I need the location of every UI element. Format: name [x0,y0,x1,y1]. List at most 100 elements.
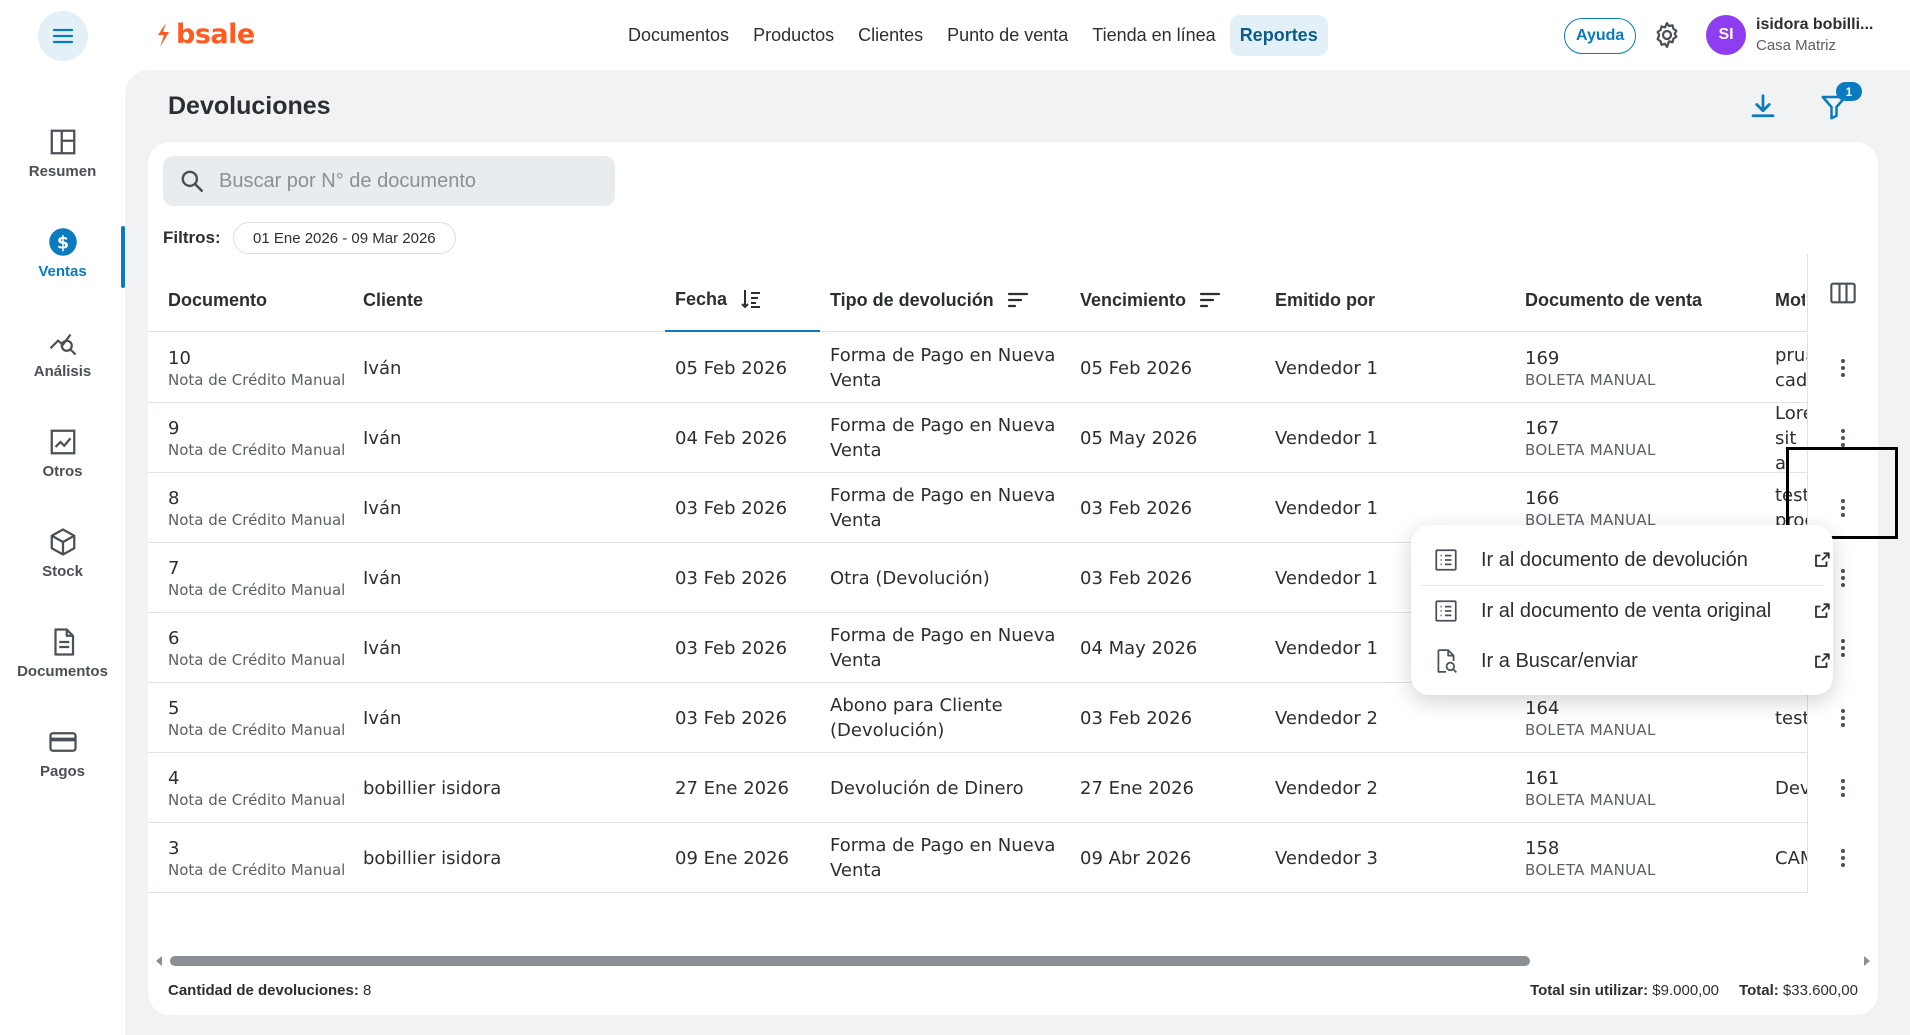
sort-icon [1007,292,1028,308]
sale-document-number: 158 [1525,837,1560,859]
doc-search-icon [1437,649,1457,673]
issuer-cell: Vendedor 1 [1275,567,1378,589]
search-input[interactable] [219,169,599,193]
date-cell: 03 Feb 2026 [675,567,788,589]
row-actions-button[interactable] [1807,753,1878,823]
column-label: Documento de venta [1525,289,1703,310]
issuer-cell: Vendedor 1 [1275,497,1378,519]
column-header-tipo-devolucion[interactable]: Tipo de devolución [830,268,1030,332]
kebab-menu-icon [1841,779,1845,797]
column-header-motivo[interactable]: Mot [1775,268,1805,332]
issuer-cell: Vendedor 1 [1275,357,1378,379]
nav-productos[interactable]: Productos [743,15,844,56]
sidebar-item-ventas[interactable]: $ Ventas [0,208,125,298]
issuer-cell: Vendedor 3 [1275,847,1378,869]
return-type-cell: Forma de Pago en Nueva Venta [830,403,1055,473]
client-cell: bobillier isidora [363,847,502,869]
row-actions-button[interactable] [1807,823,1878,893]
issuer-cell: Vendedor 1 [1275,427,1378,449]
count-value: 8 [363,982,372,999]
search-box[interactable] [163,156,615,206]
column-header-fecha[interactable]: Fecha [665,268,820,332]
menu-toggle-button[interactable] [38,11,88,61]
menu-item-go-to-return-document[interactable]: Ir al documento de devolución [1411,535,1833,585]
scroll-right-arrow[interactable] [1864,956,1870,966]
kebab-menu-icon [1841,429,1845,447]
card-icon [48,731,77,752]
sale-document-type: BOLETA MANUAL [1525,720,1656,739]
reason-cell: Lore sit a [1775,403,1811,473]
external-link-icon [1815,552,1830,567]
return-type-cell: Forma de Pago en Nueva Venta [830,613,1055,683]
nav-documentos[interactable]: Documentos [618,15,739,56]
sidebar-item-resumen[interactable]: Resumen [0,108,125,198]
nav-punto-de-venta[interactable]: Punto de venta [937,15,1078,56]
column-header-documento-venta[interactable]: Documento de venta [1525,268,1702,332]
scroll-left-arrow[interactable] [156,956,162,966]
column-header-cliente[interactable]: Cliente [363,268,423,332]
row-actions-button[interactable] [1807,403,1878,473]
kebab-menu-icon [1841,569,1845,587]
client-cell: Iván [363,497,402,519]
table-row[interactable]: 10 Nota de Crédito Manual Iván 05 Feb 2026 F… [148,333,1878,403]
nav-reportes[interactable]: Reportes [1229,15,1328,56]
download-icon[interactable] [1748,92,1778,122]
sidebar-item-stock[interactable]: Stock [0,508,125,598]
external-link-icon [1815,653,1830,668]
top-navigation: Documentos Productos Clientes Punto de v… [618,15,1328,56]
column-header-vencimiento[interactable]: Vencimiento [1080,268,1222,332]
sidebar-item-pagos[interactable]: Pagos [0,708,125,798]
row-actions-button[interactable] [1807,333,1878,403]
date-cell: 03 Feb 2026 [675,637,788,659]
column-header-documento[interactable]: Documento [168,268,267,332]
due-date-cell: 05 May 2026 [1080,427,1198,449]
return-type-line-1: Otra (Devolución) [830,567,990,589]
sale-document-number: 166 [1525,487,1560,509]
table-row[interactable]: 9 Nota de Crédito Manual Iván 04 Feb 2026 Fo… [148,403,1878,473]
document-cell: 10 Nota de Crédito Manual [168,333,345,403]
gear-icon[interactable] [1652,20,1682,50]
return-type-line-2: Venta [830,510,882,531]
table-row[interactable]: 3 Nota de Crédito Manual bobillier isidora… [148,823,1878,893]
client-cell: Iván [363,357,402,379]
sale-document-number: 164 [1525,697,1560,719]
document-number: 10 [168,347,191,369]
menu-item-go-to-original-sale-document[interactable]: Ir al documento de venta original [1411,586,1833,636]
columns-toggle-button[interactable] [1807,254,1878,332]
column-header-emitido-por[interactable]: Emitido por [1275,268,1375,332]
sale-document-type: BOLETA MANUAL [1525,790,1656,809]
sidebar-item-otros[interactable]: Otros [0,408,125,498]
date-cell: 04 Feb 2026 [675,427,788,449]
reason-line-2: cadε [1775,370,1811,391]
column-label: Fecha [675,288,728,309]
date-cell: 05 Feb 2026 [675,357,788,379]
sort-ascending-icon [741,290,761,309]
bsale-logo[interactable]: bsale [154,19,255,50]
svg-text:$: $ [56,233,68,253]
column-label: Mot [1775,289,1805,310]
nav-clientes[interactable]: Clientes [848,15,933,56]
issuer-cell: Vendedor 2 [1275,707,1378,729]
document-cell: 8 Nota de Crédito Manual [168,473,345,543]
horizontal-scrollbar[interactable] [156,954,1870,968]
menu-item-go-to-search-send[interactable]: Ir a Buscar/enviar [1411,636,1833,686]
sidebar-item-documentos[interactable]: Documentos [0,608,125,698]
nav-tienda-en-linea[interactable]: Tienda en línea [1082,15,1225,56]
filters-label: Filtros: [163,228,221,247]
kebab-menu-icon [1841,359,1845,377]
date-cell: 09 Ene 2026 [675,847,790,869]
sidebar-item-analisis[interactable]: Análisis [0,308,125,398]
scrollbar-thumb[interactable] [170,956,1530,966]
help-button[interactable]: Ayuda [1564,18,1637,54]
return-type-line-1: Forma de Pago en Nueva [830,345,1056,366]
sale-document-type: BOLETA MANUAL [1525,860,1656,879]
top-bar: bsale Documentos Productos Clientes Punt… [0,0,1910,70]
reason-line-1: pruε [1775,345,1811,366]
avatar[interactable]: SI [1706,15,1746,55]
return-type-line-2: Venta [830,650,882,671]
user-name[interactable]: isidora bobilli... [1756,16,1896,34]
document-cell: 5 Nota de Crédito Manual [168,683,345,753]
date-range-filter-chip[interactable]: 01 Ene 2026 - 09 Mar 2026 [233,222,456,254]
count-label: Cantidad de devoluciones: [168,982,359,999]
table-row[interactable]: 4 Nota de Crédito Manual bobillier isidora… [148,753,1878,823]
